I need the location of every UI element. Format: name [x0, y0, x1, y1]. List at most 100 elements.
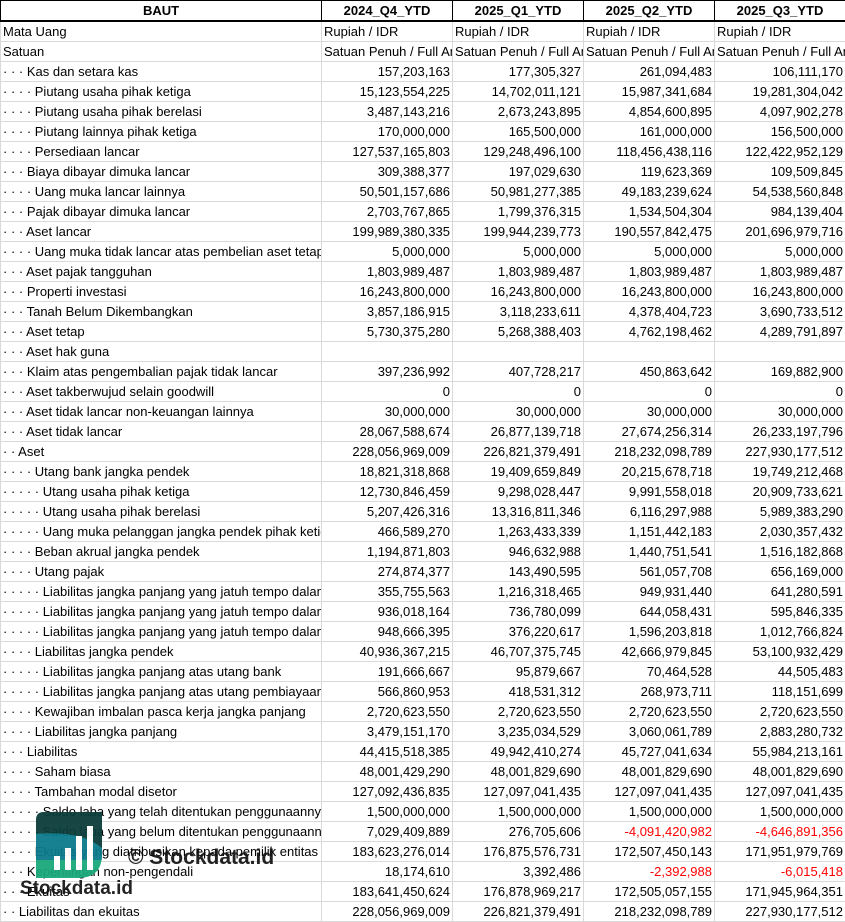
cell-value[interactable]: 1,803,989,487 [584, 262, 715, 282]
cell-value[interactable]: 14,702,011,121 [453, 82, 584, 102]
cell-value[interactable]: 46,707,375,745 [453, 642, 584, 662]
cell-value[interactable]: 1,500,000,000 [453, 802, 584, 822]
cell-value[interactable]: 4,289,791,897 [715, 322, 845, 342]
cell-value[interactable]: 30,000,000 [715, 402, 845, 422]
cell-value[interactable]: 1,216,318,465 [453, 582, 584, 602]
cell-value[interactable]: 18,174,610 [322, 862, 453, 882]
cell-value[interactable]: 566,860,953 [322, 682, 453, 702]
row-label[interactable]: · · · · Tambahan modal disetor [1, 782, 322, 802]
cell-value[interactable]: 309,388,377 [322, 162, 453, 182]
cell-value[interactable]: 4,097,902,278 [715, 102, 845, 122]
row-label[interactable]: · · · Aset tidak lancar [1, 422, 322, 442]
row-label[interactable]: · · · · · Liabilitas jangka panjang yang… [1, 582, 322, 602]
cell-value[interactable]: 176,875,576,731 [453, 842, 584, 862]
row-label[interactable]: · · · · · Liabilitas jangka panjang yang… [1, 622, 322, 642]
cell-value[interactable]: 227,930,177,512 [715, 442, 845, 462]
cell-value[interactable]: 397,236,992 [322, 362, 453, 382]
cell-value[interactable]: 171,945,964,351 [715, 882, 845, 902]
cell-value[interactable]: 109,509,845 [715, 162, 845, 182]
row-label[interactable]: · · · Kas dan setara kas [1, 62, 322, 82]
cell-value[interactable]: 127,097,041,435 [453, 782, 584, 802]
row-label[interactable]: Mata Uang [1, 21, 322, 42]
cell-value[interactable]: 197,029,630 [453, 162, 584, 182]
cell-value[interactable]: 226,821,379,491 [453, 902, 584, 922]
cell-value[interactable]: 5,207,426,316 [322, 502, 453, 522]
cell-value[interactable]: 376,220,617 [453, 622, 584, 642]
column-header[interactable]: 2024_Q4_YTD [322, 1, 453, 22]
cell-value[interactable]: 106,111,170 [715, 62, 845, 82]
cell-value[interactable]: 5,268,388,403 [453, 322, 584, 342]
cell-value[interactable]: 0 [453, 382, 584, 402]
cell-value[interactable]: 261,094,483 [584, 62, 715, 82]
cell-value[interactable]: 9,298,028,447 [453, 482, 584, 502]
row-label[interactable]: · · · Klaim atas pengembalian pajak tida… [1, 362, 322, 382]
cell-value[interactable]: Rupiah / IDR [715, 21, 845, 42]
cell-value[interactable]: 418,531,312 [453, 682, 584, 702]
cell-value[interactable]: 3,487,143,216 [322, 102, 453, 122]
cell-value[interactable]: 1,803,989,487 [453, 262, 584, 282]
cell-value[interactable]: 171,951,979,769 [715, 842, 845, 862]
cell-value[interactable]: 127,092,436,835 [322, 782, 453, 802]
cell-value[interactable]: Satuan Penuh / Full Amount [453, 42, 584, 62]
cell-value[interactable]: 127,097,041,435 [715, 782, 845, 802]
cell-value[interactable]: 16,243,800,000 [322, 282, 453, 302]
cell-value[interactable]: 949,931,440 [584, 582, 715, 602]
cell-value[interactable]: 19,409,659,849 [453, 462, 584, 482]
cell-value[interactable]: 2,030,357,432 [715, 522, 845, 542]
cell-value[interactable]: 129,248,496,100 [453, 142, 584, 162]
cell-value[interactable]: 6,116,297,988 [584, 502, 715, 522]
cell-value[interactable]: 183,623,276,014 [322, 842, 453, 862]
cell-value[interactable]: 26,877,139,718 [453, 422, 584, 442]
cell-value[interactable]: 1,151,442,183 [584, 522, 715, 542]
row-label[interactable]: · · · · Kewajiban imbalan pasca kerja ja… [1, 702, 322, 722]
cell-value[interactable]: 1,500,000,000 [322, 802, 453, 822]
cell-value[interactable]: 1,263,433,339 [453, 522, 584, 542]
cell-value[interactable]: 172,507,450,143 [584, 842, 715, 862]
cell-value[interactable]: 16,243,800,000 [453, 282, 584, 302]
cell-value[interactable]: Satuan Penuh / Full Amount [715, 42, 845, 62]
cell-value[interactable]: 1,500,000,000 [584, 802, 715, 822]
cell-value[interactable]: 16,243,800,000 [715, 282, 845, 302]
cell-value[interactable]: 7,029,409,889 [322, 822, 453, 842]
cell-value[interactable]: 48,001,429,290 [322, 762, 453, 782]
row-label[interactable]: · · · · Beban akrual jangka pendek [1, 542, 322, 562]
cell-value[interactable]: 227,930,177,512 [715, 902, 845, 922]
cell-value[interactable]: 5,000,000 [322, 242, 453, 262]
cell-value[interactable]: 50,501,157,686 [322, 182, 453, 202]
cell-value[interactable]: 3,857,186,915 [322, 302, 453, 322]
cell-value[interactable]: 228,056,969,009 [322, 902, 453, 922]
header-title[interactable]: BAUT [1, 1, 322, 22]
cell-value[interactable]: 4,854,600,895 [584, 102, 715, 122]
cell-value[interactable]: 13,316,811,346 [453, 502, 584, 522]
cell-value[interactable]: 54,538,560,848 [715, 182, 845, 202]
cell-value[interactable]: 19,281,304,042 [715, 82, 845, 102]
cell-value[interactable] [584, 342, 715, 362]
cell-value[interactable]: 48,001,829,690 [453, 762, 584, 782]
cell-value[interactable]: 274,874,377 [322, 562, 453, 582]
row-label[interactable]: · · · Liabilitas [1, 742, 322, 762]
cell-value[interactable]: 1,440,751,541 [584, 542, 715, 562]
cell-value[interactable]: 122,422,952,129 [715, 142, 845, 162]
cell-value[interactable]: 118,456,438,116 [584, 142, 715, 162]
cell-value[interactable]: 1,803,989,487 [322, 262, 453, 282]
cell-value[interactable]: 3,392,486 [453, 862, 584, 882]
cell-value[interactable]: 0 [322, 382, 453, 402]
row-label[interactable]: · · · · Utang bank jangka pendek [1, 462, 322, 482]
row-label[interactable]: · · · · Persediaan lancar [1, 142, 322, 162]
row-label[interactable]: · · · Properti investasi [1, 282, 322, 302]
cell-value[interactable]: 2,673,243,895 [453, 102, 584, 122]
cell-value[interactable]: 2,720,623,550 [584, 702, 715, 722]
row-label[interactable]: · · · Pajak dibayar dimuka lancar [1, 202, 322, 222]
cell-value[interactable]: 0 [715, 382, 845, 402]
row-label[interactable]: · · · Aset pajak tangguhan [1, 262, 322, 282]
cell-value[interactable]: 55,984,213,161 [715, 742, 845, 762]
row-label[interactable]: · · · · Utang pajak [1, 562, 322, 582]
row-label[interactable]: · · Liabilitas dan ekuitas [1, 902, 322, 922]
row-label[interactable]: · · · · Ekuitas yang diatribusikan kepad… [1, 842, 322, 862]
cell-value[interactable]: 2,703,767,865 [322, 202, 453, 222]
row-label[interactable]: · · · Biaya dibayar dimuka lancar [1, 162, 322, 182]
cell-value[interactable]: -4,091,420,982 [584, 822, 715, 842]
cell-value[interactable]: 3,235,034,529 [453, 722, 584, 742]
row-label[interactable]: · · · Kepentingan non-pengendali [1, 862, 322, 882]
cell-value[interactable]: 199,989,380,335 [322, 222, 453, 242]
